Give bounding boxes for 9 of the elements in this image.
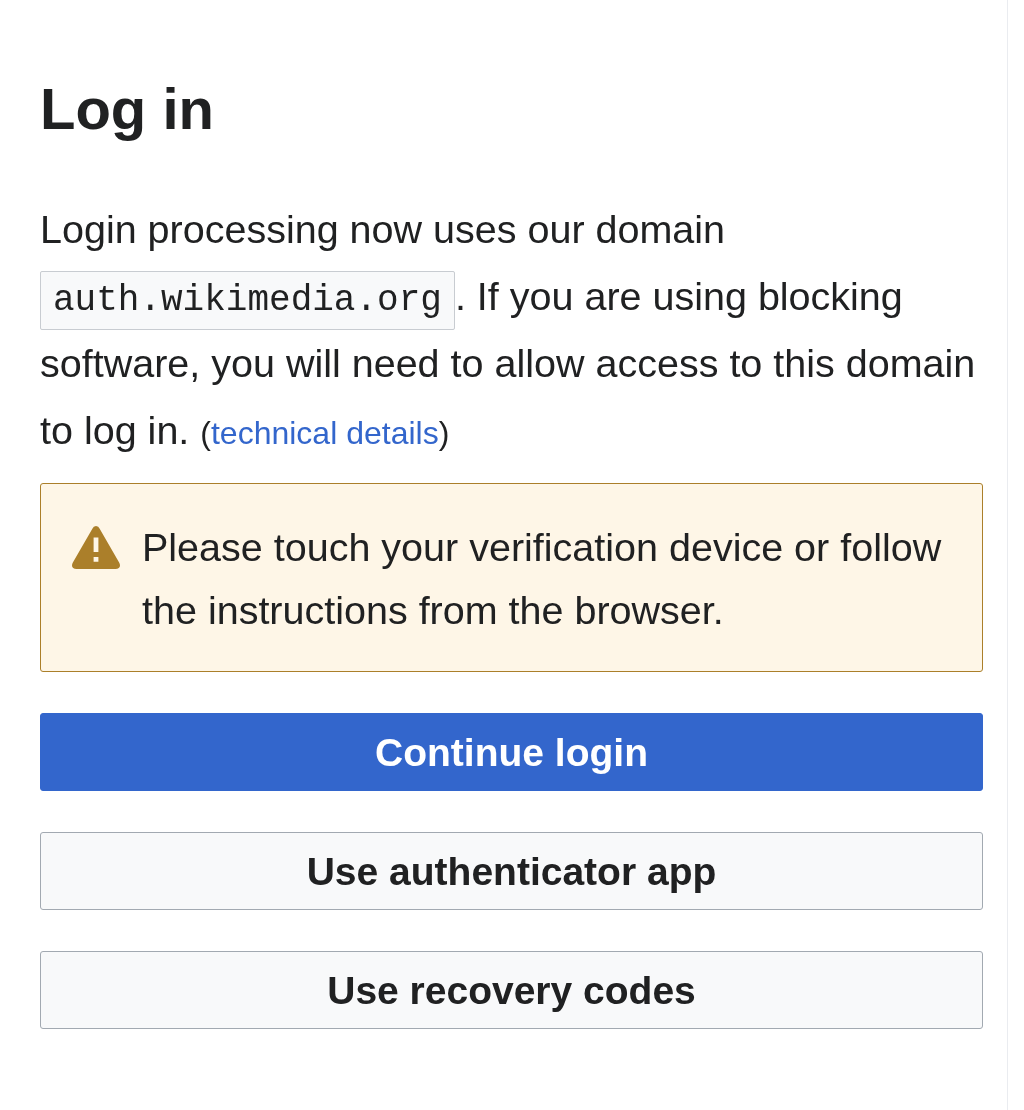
domain-code: auth.wikimedia.org xyxy=(40,271,455,330)
secondary-button[interactable]: Use authenticator app xyxy=(40,832,983,910)
info-paragraph: Login processing now uses our domain auth.wikimedia.org . If you are using blocking software, you will need to allow access to this domain to log in. (technical details) xyxy=(40,206,977,454)
message-text: Please touch your verification device or follow the instructions from the browser. xyxy=(142,524,943,634)
warning-icon xyxy=(72,526,120,569)
secondary-button[interactable]: Use recovery codes xyxy=(40,951,983,1029)
technical-details-link[interactable]: technical details xyxy=(210,415,439,451)
page-title: Log in xyxy=(40,75,214,143)
primary-button[interactable]: Continue login xyxy=(40,713,983,791)
